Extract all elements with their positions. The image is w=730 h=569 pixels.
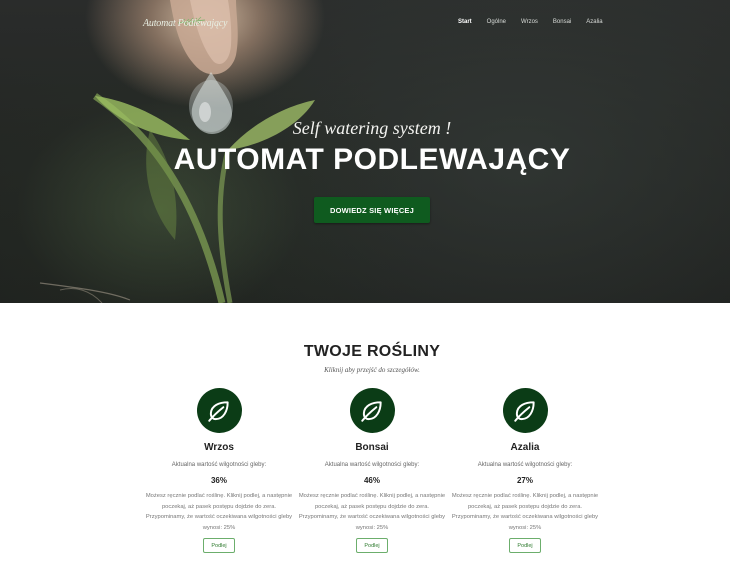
water-button[interactable]: Podlej xyxy=(356,538,388,553)
plant-description: Możesz ręcznie podlać roślinę. Kliknij p… xyxy=(451,493,599,531)
plant-icon-circle[interactable] xyxy=(349,388,395,433)
nav-item-ogolne[interactable]: Ogólne xyxy=(487,19,506,25)
nav-item-wrzos[interactable]: Wrzos xyxy=(521,19,538,25)
hero-tagline: Self watering system ! xyxy=(292,118,452,138)
moisture-label: Aktualna wartość wilgotności gleby: xyxy=(171,462,267,468)
water-button[interactable]: Podlej xyxy=(203,538,235,553)
hero-headline: AUTOMAT PODLEWAJĄCY xyxy=(173,143,571,176)
plant-icon-circle[interactable] xyxy=(502,388,548,433)
plant-name[interactable]: Bonsai xyxy=(292,441,452,455)
moisture-value: 36% xyxy=(210,476,227,485)
leaf-icon xyxy=(208,400,229,422)
plant-card-wrzos[interactable]: Wrzos Aktualna wartość wilgotności gleby… xyxy=(139,388,299,553)
leaf-icon xyxy=(514,400,535,422)
plant-description: Możesz ręcznie podlać roślinę. Kliknij p… xyxy=(145,493,293,531)
plant-card-bonsai[interactable]: Bonsai Aktualna wartość wilgotności gleb… xyxy=(292,388,452,553)
learn-more-button[interactable]: DOWIEDZ SIĘ WIĘCEJ xyxy=(314,197,430,223)
plant-name[interactable]: Azalia xyxy=(445,441,605,455)
leaf-icon xyxy=(361,400,382,422)
moisture-label: Aktualna wartość wilgotności gleby: xyxy=(324,462,420,468)
plant-name[interactable]: Wrzos xyxy=(139,441,299,455)
moisture-label: Aktualna wartość wilgotności gleby: xyxy=(477,462,573,468)
moisture-value: 46% xyxy=(363,476,380,485)
nav-item-bonsai[interactable]: Bonsai xyxy=(553,19,571,25)
nav-item-start[interactable]: Start xyxy=(458,19,472,25)
plant-description: Możesz ręcznie podlać roślinę. Kliknij p… xyxy=(298,493,446,531)
water-button[interactable]: Podlej xyxy=(509,538,541,553)
hero-section: Automat Podlewający Start Ogólne Wrzos B… xyxy=(0,0,730,303)
section-subtitle: Kliknij aby przejść do szczegółów. xyxy=(324,366,420,374)
main-nav: Start Ogólne Wrzos Bonsai Azalia xyxy=(458,19,618,25)
plant-card-azalia[interactable]: Azalia Aktualna wartość wilgotności gleb… xyxy=(445,388,605,553)
brand-logo[interactable]: Automat Podlewający xyxy=(143,18,227,34)
moisture-value: 27% xyxy=(516,476,533,485)
nav-item-azalia[interactable]: Azalia xyxy=(586,19,602,25)
plant-icon-circle[interactable] xyxy=(196,388,242,433)
section-title: TWOJE ROŚLINY xyxy=(303,343,441,360)
